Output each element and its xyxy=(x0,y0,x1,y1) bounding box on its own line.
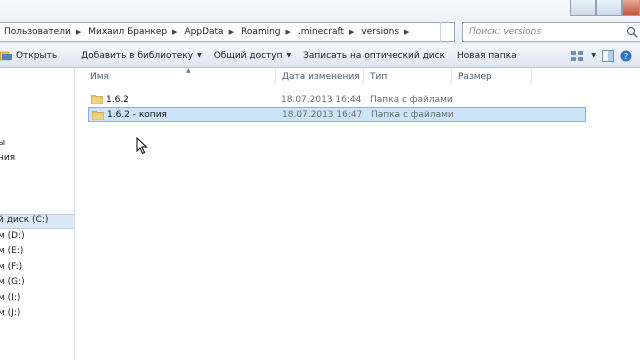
breadcrumb-label: versions xyxy=(361,27,400,37)
nav-item-drive-d[interactable]: м (D:) xyxy=(0,231,74,244)
svg-text:?: ? xyxy=(624,52,628,61)
search-icon[interactable] xyxy=(626,26,638,38)
nav-item-label: ния xyxy=(0,153,16,163)
nav-item-drive-e[interactable]: м (E:) xyxy=(0,246,74,259)
file-row[interactable]: 1.6.2 18.07.2013 16:44 Папка с файлами xyxy=(88,92,586,107)
nav-item-label: м (F:) xyxy=(0,262,23,272)
chevron-right-icon[interactable]: ▶ xyxy=(74,28,84,36)
file-name: 1.6.2 - копия xyxy=(107,109,167,120)
column-header-label: Дата изменения xyxy=(282,72,360,82)
refresh-button[interactable] xyxy=(440,22,458,42)
maximize-button[interactable] xyxy=(596,0,622,16)
command-bar: Открыть Добавить в библиотеку ▼ Общий до… xyxy=(0,44,640,68)
chevron-right-icon[interactable]: ▶ xyxy=(170,28,180,36)
breadcrumb-label: Михаил Бранкер xyxy=(88,27,168,37)
nav-item-label: м (D:) xyxy=(0,231,25,241)
column-header-label: Имя xyxy=(90,72,109,82)
share-button[interactable]: Общий доступ ▼ xyxy=(208,44,297,67)
file-list: ▲ Имя Дата изменения Тип Размер 1.6.2 18… xyxy=(76,67,640,360)
breadcrumb-item[interactable]: AppData ▶ xyxy=(181,23,237,41)
nav-item-drive-c[interactable]: й диск (C:) xyxy=(0,214,74,229)
file-name: 1.6.2 xyxy=(106,94,129,105)
nav-item[interactable]: ы xyxy=(0,138,74,151)
chevron-down-icon: ▼ xyxy=(286,52,292,59)
share-label: Общий доступ xyxy=(213,50,283,61)
search-placeholder: Поиск: versions xyxy=(469,27,542,37)
nav-item-label: ы xyxy=(0,138,6,148)
column-header-date[interactable]: Дата изменения xyxy=(276,68,364,86)
burn-label: Записать на оптический диск xyxy=(303,50,446,61)
address-bar-row: Пользователи ▶ Михаил Бранкер ▶ AppData … xyxy=(0,0,640,44)
nav-item-drive-j[interactable]: м (J:) xyxy=(0,308,74,321)
burn-button[interactable]: Записать на оптический диск xyxy=(297,44,451,67)
chevron-right-icon[interactable]: ▶ xyxy=(402,28,412,36)
breadcrumb-label: .minecraft xyxy=(297,27,344,37)
column-header-label: Тип xyxy=(370,72,388,82)
breadcrumb-item[interactable]: Михаил Бранкер ▶ xyxy=(84,23,180,41)
open-button[interactable]: Открыть xyxy=(0,44,63,67)
column-header-label: Размер xyxy=(458,72,492,82)
add-to-library-label: Добавить в библиотеку xyxy=(81,50,194,61)
column-header-size[interactable]: Размер xyxy=(452,68,532,86)
breadcrumb-item[interactable]: Пользователи ▶ xyxy=(0,23,84,41)
nav-item-drive-g[interactable]: м (G:) xyxy=(0,277,74,290)
file-type: Папка с файлами xyxy=(371,109,454,120)
help-icon[interactable]: ? xyxy=(620,50,632,62)
nav-item-label: м (G:) xyxy=(0,277,25,287)
navigation-pane: ы ния й диск (C:) м (D:) м (E:) м (F:) м… xyxy=(0,68,75,360)
breadcrumb-label: AppData xyxy=(184,27,224,37)
nav-item-label: м (J:) xyxy=(0,308,21,318)
nav-item-drive-i[interactable]: м (I:) xyxy=(0,293,74,306)
mouse-cursor-icon xyxy=(136,137,148,155)
column-header-name[interactable]: ▲ Имя xyxy=(84,67,276,86)
open-label: Открыть xyxy=(16,50,58,61)
chevron-down-icon[interactable]: ▼ xyxy=(591,52,596,59)
chevron-right-icon[interactable]: ▶ xyxy=(227,28,237,36)
breadcrumb-label: Пользователи xyxy=(4,27,71,37)
breadcrumb-item[interactable]: versions ▶ xyxy=(357,23,412,41)
sort-arrow-icon: ▲ xyxy=(186,67,191,74)
nav-item-drive-f[interactable]: м (F:) xyxy=(0,262,74,275)
folder-icon xyxy=(92,111,104,120)
new-folder-button[interactable]: Новая папка xyxy=(451,44,523,67)
nav-item-label: м (I:) xyxy=(0,293,21,303)
new-folder-label: Новая папка xyxy=(457,50,517,61)
search-input[interactable]: Поиск: versions xyxy=(462,22,640,42)
add-to-library-button[interactable]: Добавить в библиотеку ▼ xyxy=(75,44,208,67)
minimize-button[interactable] xyxy=(570,0,596,16)
breadcrumb-item[interactable]: .minecraft ▶ xyxy=(294,23,357,41)
folder-icon xyxy=(91,95,103,104)
nav-item-label: м (E:) xyxy=(0,246,24,256)
chevron-right-icon[interactable]: ▶ xyxy=(347,28,357,36)
file-type: Папка с файлами xyxy=(370,94,453,105)
view-options-icon[interactable] xyxy=(571,50,585,62)
breadcrumb-label: Roaming xyxy=(240,27,281,37)
address-bar[interactable]: Пользователи ▶ Михаил Бранкер ▶ AppData … xyxy=(0,22,455,42)
close-button[interactable] xyxy=(622,0,640,16)
breadcrumb-item[interactable]: Roaming ▶ xyxy=(237,23,294,41)
chevron-down-icon: ▼ xyxy=(197,52,202,59)
nav-item-label: й диск (C:) xyxy=(0,215,49,225)
nav-item[interactable]: ния xyxy=(0,153,74,166)
open-icon xyxy=(0,51,12,60)
preview-pane-icon[interactable] xyxy=(602,49,614,62)
chevron-right-icon[interactable]: ▶ xyxy=(284,28,294,36)
column-header-type[interactable]: Тип xyxy=(364,68,452,86)
file-date: 18.07.2013 16:44 xyxy=(281,94,362,105)
file-date: 18.07.2013 16:47 xyxy=(282,109,363,120)
file-row-selected[interactable]: 1.6.2 - копия 18.07.2013 16:47 Папка с ф… xyxy=(88,107,586,122)
